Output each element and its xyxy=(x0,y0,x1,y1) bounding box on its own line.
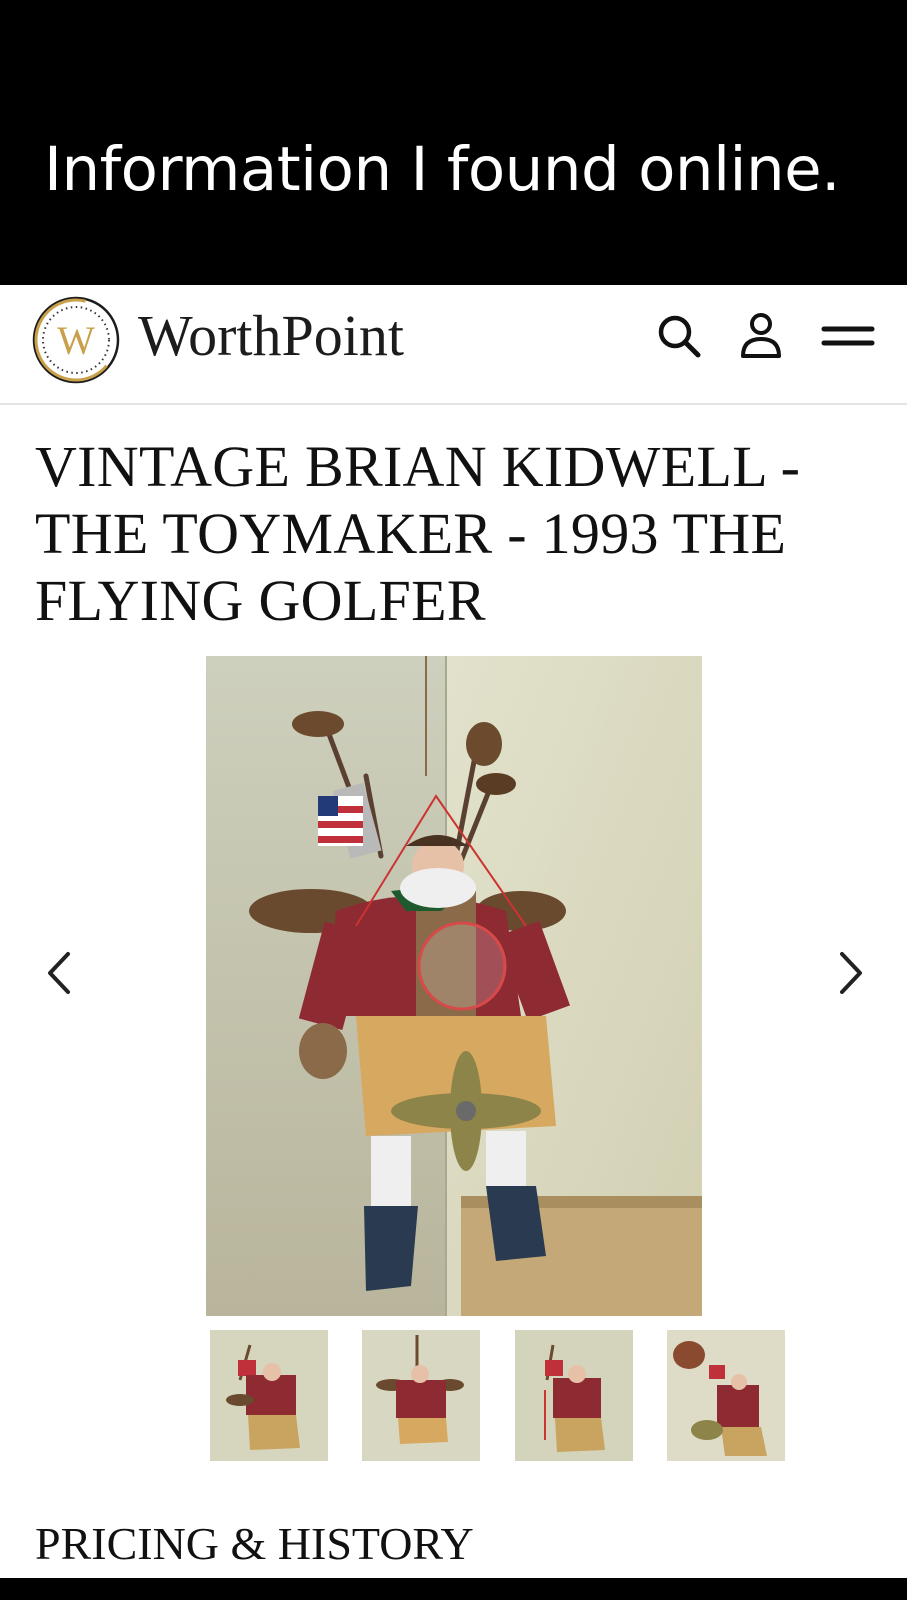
next-image-arrow-icon[interactable] xyxy=(830,950,870,996)
product-photo-illustration xyxy=(206,656,702,1316)
brand-name[interactable]: WorthPoint xyxy=(138,301,404,371)
user-icon[interactable] xyxy=(734,309,788,363)
search-icon[interactable] xyxy=(652,309,706,363)
gallery-thumbnail[interactable] xyxy=(362,1330,480,1461)
main-product-photo[interactable] xyxy=(206,656,702,1316)
listing-title: VINTAGE BRIAN KIDWELL - THE TOYMAKER - 1… xyxy=(35,434,801,633)
logo-letter: W xyxy=(57,318,95,363)
worthpoint-logo-icon[interactable]: W xyxy=(31,295,121,385)
previous-image-arrow-icon[interactable] xyxy=(40,950,80,996)
banner-caption: Information I found online. xyxy=(44,134,841,205)
caption-banner: Information I found online. xyxy=(0,0,907,285)
site-header: W WorthPoint xyxy=(0,285,907,405)
thumbnail-image xyxy=(210,1330,328,1461)
thumbnail-image xyxy=(515,1330,633,1461)
gallery-thumbnail[interactable] xyxy=(210,1330,328,1461)
gallery-thumbnail[interactable] xyxy=(667,1330,785,1461)
menu-icon[interactable] xyxy=(820,309,876,363)
thumbnail-image xyxy=(362,1330,480,1461)
gallery-thumbnail[interactable] xyxy=(515,1330,633,1461)
thumbnail-image xyxy=(667,1330,785,1461)
bottom-bar xyxy=(0,1578,907,1600)
pricing-history-heading: PRICING & HISTORY xyxy=(35,1518,474,1569)
